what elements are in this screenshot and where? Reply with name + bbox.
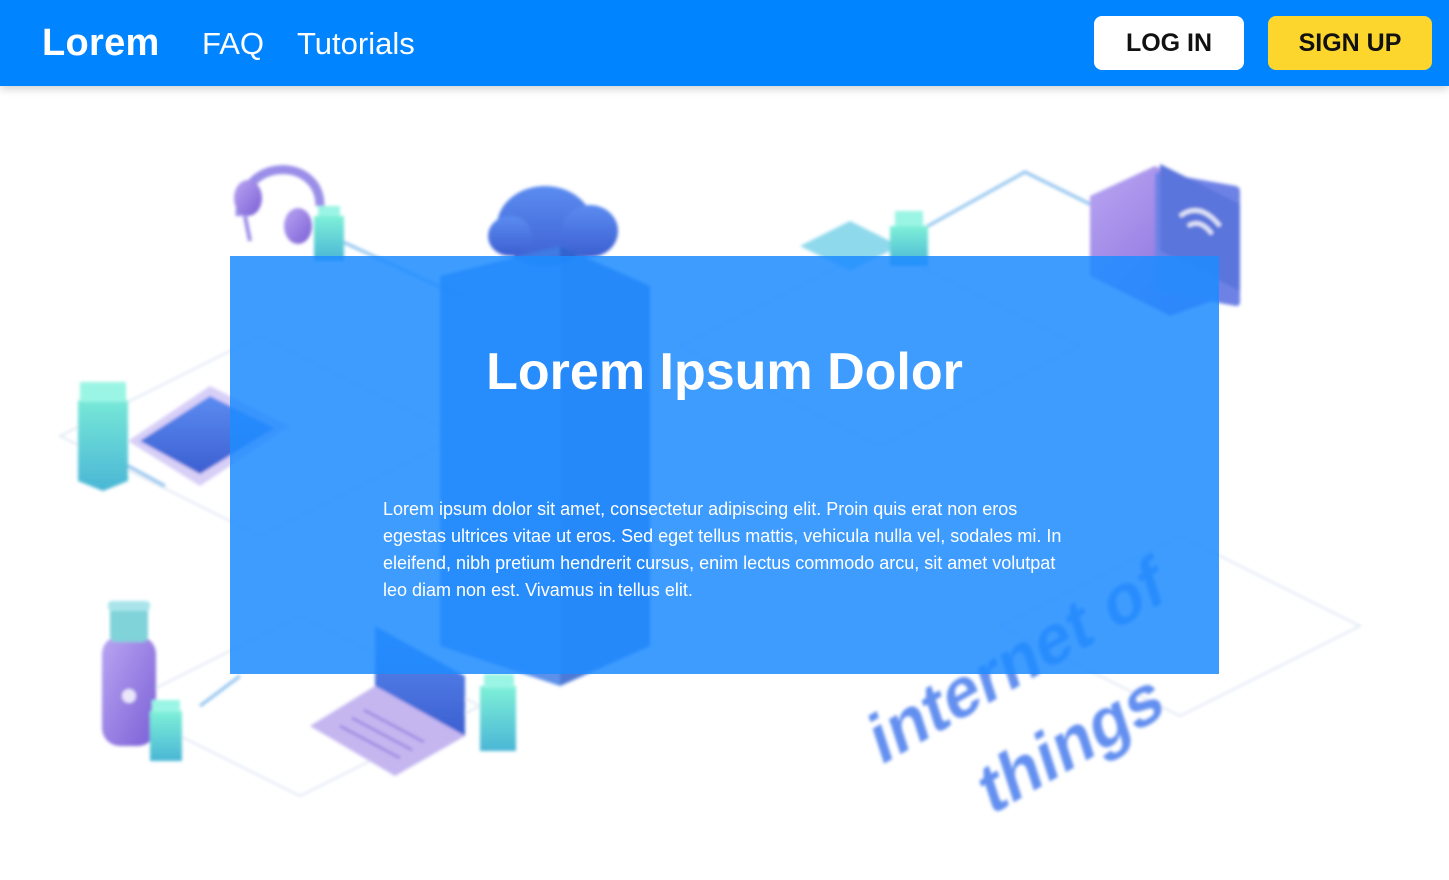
login-button[interactable]: LOG IN <box>1094 16 1244 70</box>
headset-icon <box>234 165 325 244</box>
hero-card: Lorem Ipsum Dolor Lorem ipsum dolor sit … <box>230 256 1219 674</box>
signup-button[interactable]: SIGN UP <box>1268 16 1432 70</box>
top-navbar: Lorem FAQ Tutorials LOG IN SIGN UP <box>0 0 1449 86</box>
hero-title: Lorem Ipsum Dolor <box>486 343 963 401</box>
nav-link-tutorials[interactable]: Tutorials <box>297 24 415 64</box>
bottle-icon <box>102 601 156 746</box>
nav-link-faq[interactable]: FAQ <box>202 24 264 64</box>
hero-description: Lorem ipsum dolor sit amet, consectetur … <box>383 499 1062 600</box>
brand-logo[interactable]: Lorem <box>42 20 160 66</box>
